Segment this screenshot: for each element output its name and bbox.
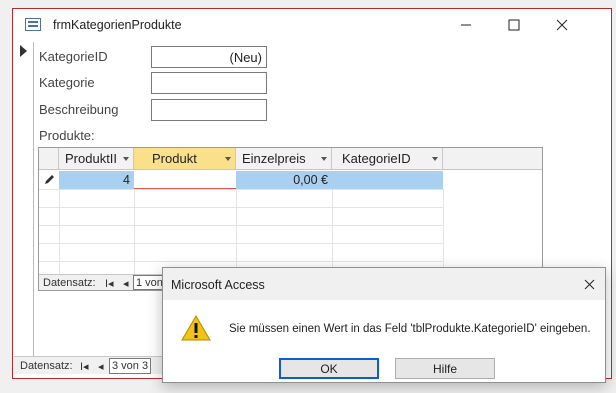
kategorie-field[interactable]	[151, 72, 267, 94]
previous-record-button[interactable]: ◂	[98, 360, 104, 373]
ok-button[interactable]: OK	[279, 358, 379, 379]
maximize-button[interactable]	[491, 9, 537, 41]
dialog-message: Sie müssen einen Wert in das Feld 'tblPr…	[229, 323, 591, 335]
header-filler	[443, 148, 542, 170]
current-record-arrow-icon	[20, 45, 27, 57]
chevron-down-icon[interactable]	[321, 157, 327, 161]
grid-line	[332, 189, 333, 274]
minimize-icon	[461, 24, 471, 26]
cell-einzelpreis[interactable]: 0,00 €	[236, 171, 332, 189]
grid-line	[443, 189, 444, 274]
form-navigation: Datensatz: I◂ ◂ 3 von 3	[14, 356, 184, 374]
window-title: frmKategorienProdukte	[53, 18, 182, 32]
grid-line	[39, 207, 443, 208]
dialog-title: Microsoft Access	[171, 278, 265, 292]
first-record-button[interactable]: I◂	[105, 277, 114, 290]
title-bar: frmKategorienProdukte	[13, 9, 611, 41]
grid-line	[59, 189, 60, 274]
row-selector[interactable]	[39, 171, 59, 189]
minimize-button[interactable]	[443, 9, 489, 41]
message-dialog: Microsoft Access Sie müssen einen Wert i…	[162, 267, 606, 383]
grid-line	[236, 189, 237, 274]
close-icon	[556, 19, 568, 31]
column-header-produkt[interactable]: Produkt	[134, 148, 236, 170]
column-header-einzelpreis[interactable]: Einzelpreis	[236, 148, 332, 170]
grid-line	[134, 189, 135, 274]
grid-line	[39, 261, 443, 262]
record-selector[interactable]	[17, 42, 34, 360]
cell-produktid[interactable]: 4	[59, 171, 134, 189]
help-button[interactable]: Hilfe	[395, 358, 495, 379]
select-all-corner[interactable]	[39, 148, 59, 170]
grid-line	[39, 243, 443, 244]
produkte-label: Produkte:	[39, 128, 95, 143]
warning-icon	[181, 315, 211, 341]
cell-kategorieid[interactable]	[332, 171, 443, 189]
close-button[interactable]	[539, 9, 585, 41]
record-nav-label: Datensatz:	[43, 277, 96, 289]
beschreibung-field[interactable]	[151, 99, 267, 121]
grid-line	[39, 225, 443, 226]
close-icon	[584, 279, 594, 289]
maximize-icon	[508, 19, 520, 31]
current-record-field[interactable]: 3 von 3	[109, 358, 152, 374]
subform-navigation: Datensatz: I◂ ◂ 1 von	[39, 274, 169, 290]
column-header-produktid[interactable]: ProduktII	[59, 148, 134, 170]
record-nav-label: Datensatz:	[20, 360, 73, 372]
cell-produkt[interactable]	[134, 171, 236, 189]
current-record-field[interactable]: 1 von	[133, 275, 166, 290]
kategorieid-label: KategorieID	[39, 49, 108, 64]
form-icon	[25, 18, 41, 31]
first-record-button[interactable]: I◂	[80, 360, 89, 373]
grid-line	[39, 189, 443, 190]
chevron-down-icon[interactable]	[225, 157, 231, 161]
chevron-down-icon[interactable]	[432, 157, 438, 161]
dialog-close-button[interactable]	[573, 270, 605, 298]
previous-record-button[interactable]: ◂	[123, 277, 129, 290]
chevron-down-icon[interactable]	[123, 157, 129, 161]
kategorie-label: Kategorie	[39, 75, 95, 90]
dialog-body	[163, 300, 605, 382]
pencil-icon	[45, 175, 54, 184]
column-header-kategorieid[interactable]: KategorieID	[332, 148, 443, 170]
kategorieid-field[interactable]: (Neu)	[151, 46, 267, 68]
beschreibung-label: Beschreibung	[39, 102, 119, 117]
